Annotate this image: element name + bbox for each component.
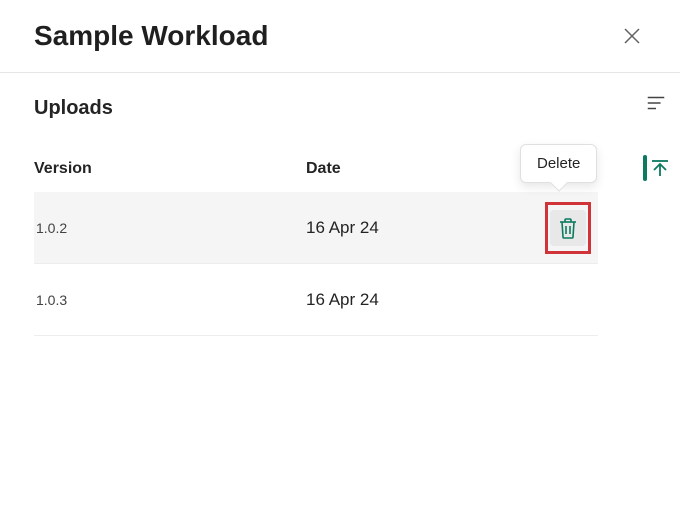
section-title: Uploads [34,97,598,120]
menu-icon [645,92,667,114]
arrow-up-to-line-icon [650,158,670,178]
menu-button[interactable] [638,85,674,121]
delete-tooltip: Delete [520,144,597,183]
table-header: Version Date [34,160,598,192]
column-header-version: Version [34,160,306,178]
table-row[interactable]: 1.0.2 16 Apr 24 Delete [34,192,598,264]
cell-date: 16 Apr 24 [306,290,538,310]
scroll-indicator-bar [643,155,647,181]
uploads-panel: Uploads Version Date 1.0.2 16 Apr 24 Del… [0,73,598,336]
dialog-header: Sample Workload [0,0,680,73]
side-actions [638,85,674,181]
row-actions: Delete [538,210,598,246]
trash-icon [558,217,578,239]
table-row[interactable]: 1.0.3 16 Apr 24 [34,264,598,336]
delete-button[interactable] [550,210,586,246]
close-icon [622,26,642,46]
scroll-top-button[interactable] [643,155,670,181]
cell-version: 1.0.2 [34,220,306,236]
cell-date: 16 Apr 24 [306,218,538,238]
dialog-title: Sample Workload [34,20,268,52]
close-button[interactable] [616,20,648,52]
cell-version: 1.0.3 [34,292,306,308]
